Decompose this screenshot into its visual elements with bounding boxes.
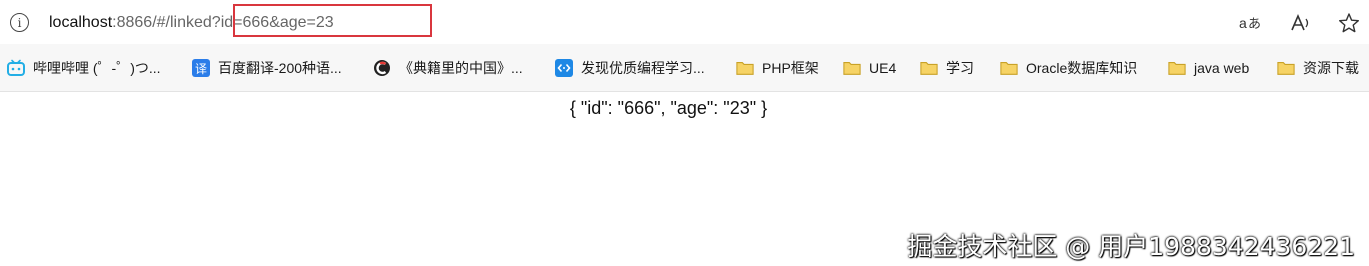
bookmark-coding[interactable]: 发现优质编程学习... [555, 58, 705, 78]
folder-icon [736, 59, 754, 77]
bookmark-folder-javaweb[interactable]: java web [1168, 58, 1249, 78]
bookmarks-bar: 哔哩哔哩 (゜-゜)つ... 译 百度翻译-200种语... 《典籍里的中国》.… [0, 44, 1369, 92]
bookmark-label: 《典籍里的中国》... [399, 60, 523, 76]
bookmark-folder-downloads[interactable]: 资源下载 [1277, 58, 1359, 78]
page-content: { "id": "666", "age": "23" } 掘金技术社区 @ 用户… [0, 93, 1369, 266]
bookmark-label: 百度翻译-200种语... [218, 60, 342, 76]
svg-text:译: 译 [195, 62, 207, 76]
url-host: localhost [49, 14, 113, 31]
folder-icon [920, 59, 938, 77]
bookmark-label: 哔哩哔哩 (゜-゜)つ... [33, 60, 161, 76]
json-output: { "id": "666", "age": "23" } [569, 98, 768, 118]
bookmark-baidu-translate[interactable]: 译 百度翻译-200种语... [192, 58, 342, 78]
bookmark-label: 学习 [946, 60, 974, 76]
query-highlight-box [233, 4, 432, 37]
bookmark-label: UE4 [869, 60, 897, 76]
bookmark-cctv[interactable]: 《典籍里的中国》... [373, 58, 523, 78]
address-bar: i localhost:8866/#/linked?id=666&age=23 … [0, 0, 1369, 44]
folder-icon [1000, 59, 1018, 77]
bookmark-folder-ue4[interactable]: UE4 [843, 58, 896, 78]
bilibili-icon [7, 59, 25, 77]
bookmark-folder-study[interactable]: 学习 [920, 58, 974, 78]
url-path: :8866/#/linked [112, 14, 212, 31]
bookmark-label: java web [1194, 60, 1250, 76]
bookmark-folder-oracle[interactable]: Oracle数据库知识 [1000, 58, 1137, 78]
bookmark-bilibili[interactable]: 哔哩哔哩 (゜-゜)つ... [7, 58, 161, 78]
bookmark-label: PHP框架 [762, 60, 819, 76]
info-icon[interactable]: i [10, 13, 29, 32]
svg-text:あ: あ [1248, 17, 1261, 32]
cctv-icon [373, 59, 391, 77]
baidu-translate-icon: 译 [192, 59, 210, 77]
read-aloud-icon[interactable] [1289, 11, 1313, 35]
bookmark-label: 资源下载 [1303, 60, 1359, 76]
bookmark-label: 发现优质编程学习... [581, 60, 705, 76]
translate-icon[interactable]: a あ [1238, 11, 1262, 35]
folder-icon [843, 59, 861, 77]
code-icon [555, 59, 573, 77]
watermark: 掘金技术社区 @ 用户1988342436221 [907, 232, 1355, 261]
star-icon[interactable] [1337, 11, 1361, 35]
folder-icon [1277, 59, 1295, 77]
folder-icon [1168, 59, 1186, 77]
svg-text:a: a [1239, 15, 1247, 31]
bookmark-folder-php[interactable]: PHP框架 [736, 58, 819, 78]
bookmark-label: Oracle数据库知识 [1026, 60, 1138, 76]
